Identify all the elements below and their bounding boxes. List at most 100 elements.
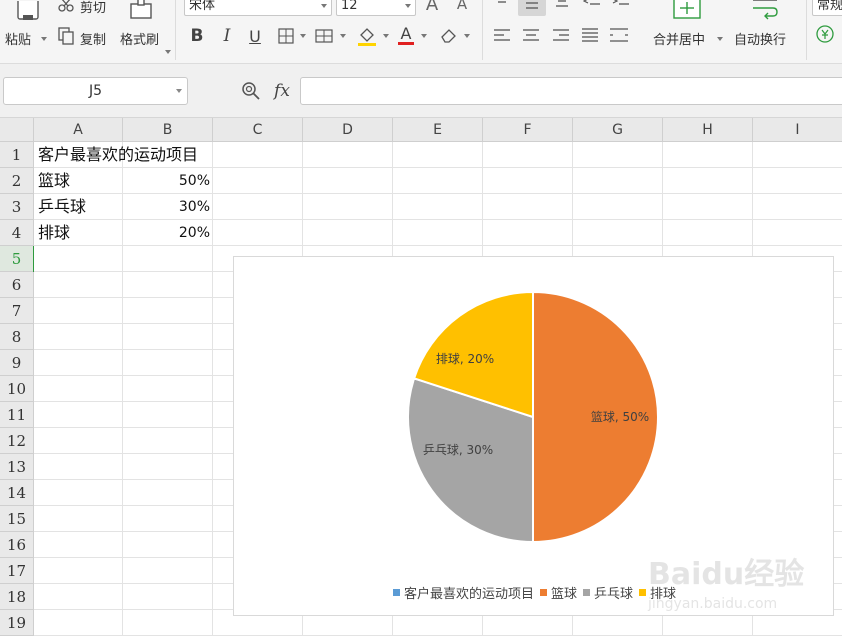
row-header-4[interactable]: 4 (0, 220, 34, 246)
clear-format-dropdown-icon[interactable] (464, 34, 470, 38)
name-box[interactable]: J5 (3, 77, 188, 105)
row-header-15[interactable]: 15 (0, 506, 34, 532)
column-header-d[interactable]: D (303, 118, 393, 142)
italic-icon[interactable]: I (217, 26, 237, 46)
legend-label: 篮球 (550, 587, 577, 602)
align-right-icon[interactable] (551, 26, 571, 44)
justify-icon[interactable] (580, 26, 600, 44)
font-name-value: 宋体 (189, 0, 216, 13)
align-bottom-icon[interactable] (552, 0, 572, 10)
align-center-icon[interactable] (521, 26, 541, 44)
fill-color-dropdown-icon[interactable] (383, 34, 389, 38)
merge-center-dropdown-icon[interactable] (717, 37, 723, 41)
row-header-1[interactable]: 1 (0, 142, 34, 168)
legend-swatch (639, 589, 647, 596)
align-top-icon[interactable] (492, 0, 512, 10)
row-header-7[interactable]: 7 (0, 298, 34, 324)
chart-legend[interactable]: 客户最喜欢的运动项目 篮球 乒乓球 排球 (234, 583, 835, 602)
row-header-12[interactable]: 12 (0, 428, 34, 454)
formula-input[interactable] (300, 77, 842, 105)
row-header-9[interactable]: 9 (0, 350, 34, 376)
borders-dropdown-icon[interactable] (300, 34, 306, 38)
font-color-icon[interactable]: A (396, 24, 416, 46)
row-header-2[interactable]: 2 (0, 168, 34, 194)
column-header-i[interactable]: I (753, 118, 842, 142)
paste-icon[interactable] (10, 0, 44, 24)
copy-icon[interactable] (56, 26, 76, 46)
row-header-14[interactable]: 14 (0, 480, 34, 506)
column-header-e[interactable]: E (393, 118, 483, 142)
legend-swatch (539, 589, 547, 596)
row-header-11[interactable]: 11 (0, 402, 34, 428)
column-header-b[interactable]: B (123, 118, 213, 142)
scissors-icon[interactable] (56, 0, 76, 15)
cell-b4[interactable]: 20% (123, 220, 213, 246)
column-header-f[interactable]: F (483, 118, 573, 142)
fill-color-icon[interactable] (355, 24, 379, 48)
borders-icon[interactable] (276, 26, 296, 46)
formula-bar: J5 fx (0, 64, 842, 118)
number-format-select[interactable]: 常规 (812, 0, 842, 16)
distributed-align-icon[interactable] (608, 26, 630, 44)
select-all-corner[interactable] (0, 118, 34, 142)
insert-function-button[interactable]: fx (269, 80, 295, 102)
legend-entry[interactable]: 客户最喜欢的运动项目 (392, 583, 534, 602)
paste-dropdown-icon[interactable] (41, 37, 47, 41)
row-header-3[interactable]: 3 (0, 194, 34, 220)
column-header-c[interactable]: C (213, 118, 303, 142)
row-header-13[interactable]: 13 (0, 454, 34, 480)
bold-icon[interactable]: B (187, 26, 207, 46)
font-size-select[interactable]: 12 (336, 0, 416, 16)
format-painter-icon[interactable] (126, 0, 156, 22)
pie-data-label: 乒乓球, 30% (423, 443, 493, 457)
copy-button[interactable]: 复制 (80, 29, 106, 48)
font-color-dropdown-icon[interactable] (421, 34, 427, 38)
cell-a1[interactable]: 客户最喜欢的运动项目 (34, 142, 198, 168)
row-header-16[interactable]: 16 (0, 532, 34, 558)
underline-icon[interactable]: U (245, 26, 265, 46)
wrap-text-button[interactable]: 自动换行 (734, 29, 786, 48)
legend-label: 客户最喜欢的运动项目 (403, 587, 534, 602)
decrease-indent-icon[interactable] (582, 0, 602, 10)
row-header-17[interactable]: 17 (0, 558, 34, 584)
cell-b2[interactable]: 50% (123, 168, 213, 194)
format-painter-button[interactable]: 格式刷 (120, 29, 159, 48)
cell-a3[interactable]: 乒乓球 (34, 194, 123, 220)
cell-b3[interactable]: 30% (123, 194, 213, 220)
active-cell-indicator (33, 246, 34, 272)
clipboard-launcher-icon[interactable] (165, 50, 171, 54)
name-box-dropdown-icon[interactable] (176, 89, 182, 93)
merge-center-icon[interactable] (670, 0, 704, 22)
clear-format-icon[interactable] (438, 25, 460, 45)
cell-a4[interactable]: 排球 (34, 220, 123, 246)
align-left-icon[interactable] (492, 26, 512, 44)
legend-entry[interactable]: 排球 (639, 583, 676, 602)
cell-a2[interactable]: 篮球 (34, 168, 123, 194)
fill-style-icon[interactable] (314, 26, 336, 46)
row-header-19[interactable]: 19 (0, 610, 34, 636)
column-header-g[interactable]: G (573, 118, 663, 142)
legend-entry[interactable]: 篮球 (539, 583, 577, 602)
row-header-5[interactable]: 5 (0, 246, 34, 272)
wrap-text-icon[interactable] (748, 0, 782, 22)
row-header-8[interactable]: 8 (0, 324, 34, 350)
column-header-a[interactable]: A (34, 118, 123, 142)
decrease-font-icon[interactable]: A (451, 0, 473, 14)
zoom-find-icon[interactable] (240, 80, 262, 102)
legend-swatch (392, 589, 400, 596)
font-name-select[interactable]: 宋体 (184, 0, 332, 16)
column-header-h[interactable]: H (663, 118, 753, 142)
paste-button[interactable]: 粘贴 (5, 29, 31, 48)
align-middle-icon[interactable] (518, 0, 546, 16)
currency-icon[interactable] (814, 23, 836, 45)
row-header-18[interactable]: 18 (0, 584, 34, 610)
merge-center-button[interactable]: 合并居中 (653, 29, 705, 48)
increase-font-icon[interactable]: A (420, 0, 444, 15)
legend-entry[interactable]: 乒乓球 (583, 583, 633, 602)
row-header-10[interactable]: 10 (0, 376, 34, 402)
cut-button[interactable]: 剪切 (80, 0, 106, 16)
row-header-6[interactable]: 6 (0, 272, 34, 298)
increase-indent-icon[interactable] (610, 0, 632, 10)
fill-style-dropdown-icon[interactable] (340, 34, 346, 38)
pie-chart[interactable]: 篮球, 50% 乒乓球, 30% 排球, 20% 客户最喜欢的运动项目 篮球 乒乓球 排球 (233, 256, 834, 616)
